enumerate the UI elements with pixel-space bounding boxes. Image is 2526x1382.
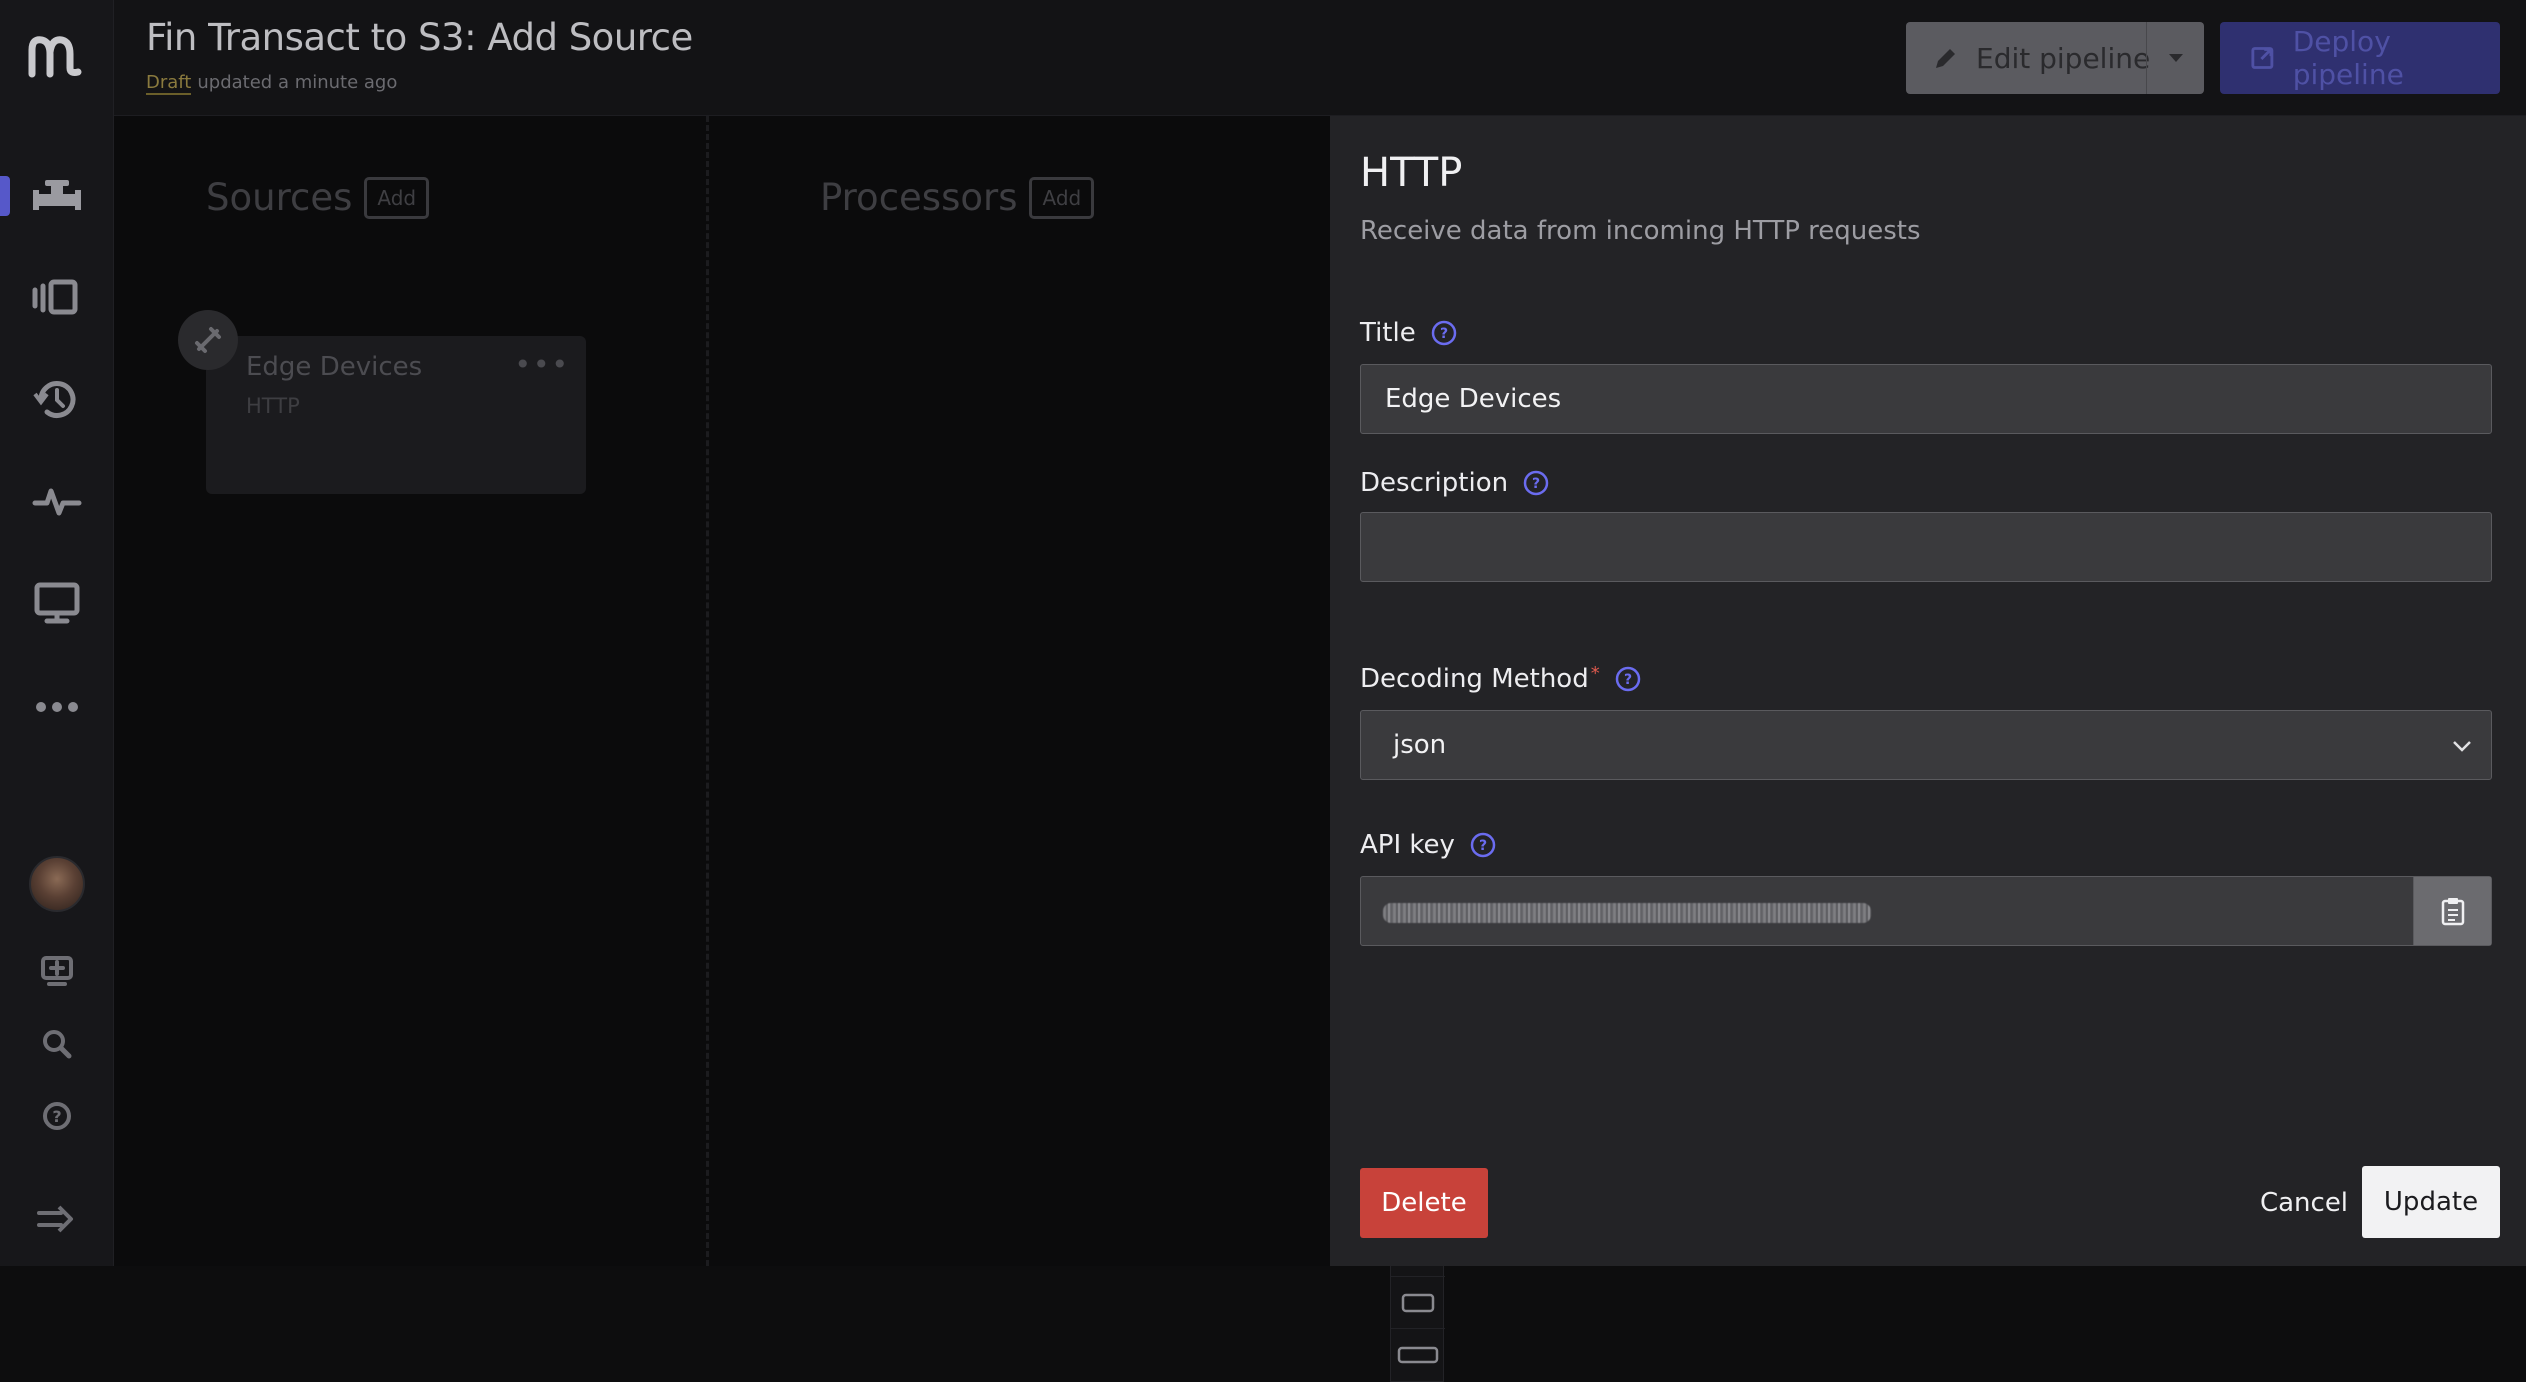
processors-header: Processors Add bbox=[820, 176, 1095, 219]
add-processor-button[interactable]: Add bbox=[1029, 176, 1095, 219]
panel-title: HTTP bbox=[1360, 150, 1463, 196]
required-marker: * bbox=[1590, 662, 1600, 684]
logo-icon[interactable] bbox=[26, 30, 88, 82]
source-card-type: HTTP bbox=[246, 394, 300, 418]
activity-icon[interactable] bbox=[0, 466, 114, 536]
decoding-method-select[interactable]: json bbox=[1360, 710, 2492, 780]
decoding-selected-value: json bbox=[1393, 730, 1447, 760]
edit-pipeline-button[interactable]: Edit pipeline bbox=[1906, 22, 2204, 94]
feedback-icon[interactable] bbox=[0, 937, 114, 1007]
deploy-pipeline-label: Deploy pipeline bbox=[2292, 25, 2404, 91]
pencil-icon bbox=[1936, 49, 1955, 68]
expand-icon[interactable] bbox=[0, 1184, 114, 1254]
status-badge: Draft bbox=[146, 72, 192, 95]
caret-down-icon bbox=[2168, 54, 2183, 62]
title-field-label: Title ? bbox=[1360, 318, 1458, 348]
source-card-title: Edge Devices bbox=[246, 352, 423, 382]
status-line: Draft updated a minute ago bbox=[146, 72, 398, 95]
help-icon[interactable]: ? bbox=[1430, 319, 1458, 347]
edit-dropdown-toggle[interactable] bbox=[2146, 22, 2204, 94]
panel-description: Receive data from incoming HTTP requests bbox=[1360, 216, 1921, 246]
cancel-button[interactable]: Cancel bbox=[2252, 1168, 2356, 1238]
svg-text:?: ? bbox=[1532, 476, 1540, 492]
help-icon[interactable]: ? bbox=[1614, 665, 1642, 693]
processors-label: Processors bbox=[820, 176, 1018, 219]
search-icon[interactable] bbox=[0, 1009, 114, 1079]
deploy-pipeline-button[interactable]: Deploy pipeline bbox=[2220, 22, 2500, 94]
source-card[interactable]: Edge Devices HTTP ••• bbox=[206, 336, 586, 494]
svg-text:?: ? bbox=[1440, 326, 1448, 342]
decoding-label-text: Decoding Method bbox=[1360, 664, 1589, 694]
help-icon[interactable]: ? bbox=[1522, 469, 1550, 497]
title-input[interactable]: Edge Devices bbox=[1360, 364, 2492, 434]
help-icon[interactable]: ? bbox=[1469, 831, 1497, 859]
page-title: Fin Transact to S3: Add Source bbox=[146, 16, 693, 59]
pipelines-icon[interactable] bbox=[0, 163, 114, 233]
apikey-field-label: API key ? bbox=[1360, 830, 1497, 860]
apikey-field[interactable] bbox=[1360, 876, 2492, 946]
more-icon[interactable] bbox=[0, 672, 114, 742]
clipboard-icon bbox=[2441, 898, 2464, 926]
plug-icon[interactable] bbox=[178, 310, 238, 370]
layout-large-icon[interactable] bbox=[1391, 1277, 1445, 1329]
layout-wide-icon[interactable] bbox=[1391, 1329, 1445, 1381]
external-link-icon bbox=[2251, 47, 2274, 69]
add-source-button[interactable]: Add bbox=[364, 176, 430, 219]
copy-apikey-button[interactable] bbox=[2413, 877, 2491, 945]
apikey-redacted-value bbox=[1383, 903, 1871, 923]
column-divider bbox=[706, 116, 709, 1266]
pipeline-canvas: Sources Add Processors Add Edge Devices … bbox=[114, 116, 1445, 1382]
card-menu-icon[interactable]: ••• bbox=[514, 348, 570, 381]
apikey-label-text: API key bbox=[1360, 830, 1455, 860]
svg-text:?: ? bbox=[1624, 672, 1632, 688]
description-field-label: Description ? bbox=[1360, 468, 1550, 498]
svg-text:?: ? bbox=[52, 1107, 61, 1126]
left-rail: ? bbox=[0, 0, 114, 1266]
sources-header: Sources Add bbox=[206, 176, 430, 219]
monitor-icon[interactable] bbox=[0, 568, 114, 638]
sources-label: Sources bbox=[206, 176, 353, 219]
description-input[interactable] bbox=[1360, 512, 2492, 582]
library-icon[interactable] bbox=[0, 263, 114, 333]
edit-pipeline-label: Edit pipeline bbox=[1976, 41, 2151, 75]
update-button[interactable]: Update bbox=[2362, 1166, 2500, 1238]
source-config-panel: HTTP Receive data from incoming HTTP req… bbox=[1330, 116, 2526, 1266]
decoding-field-label: Decoding Method * ? bbox=[1360, 662, 1642, 694]
title-label-text: Title bbox=[1360, 318, 1416, 348]
svg-text:?: ? bbox=[1479, 838, 1487, 854]
chevron-down-icon bbox=[2453, 741, 2471, 752]
updated-text: updated a minute ago bbox=[197, 72, 398, 93]
page-header: Fin Transact to S3: Add Source Draft upda… bbox=[114, 0, 2526, 116]
history-icon[interactable] bbox=[0, 365, 114, 435]
help-icon[interactable]: ? bbox=[0, 1081, 114, 1151]
delete-button[interactable]: Delete bbox=[1360, 1168, 1488, 1238]
description-label-text: Description bbox=[1360, 468, 1509, 498]
avatar[interactable] bbox=[29, 856, 85, 912]
